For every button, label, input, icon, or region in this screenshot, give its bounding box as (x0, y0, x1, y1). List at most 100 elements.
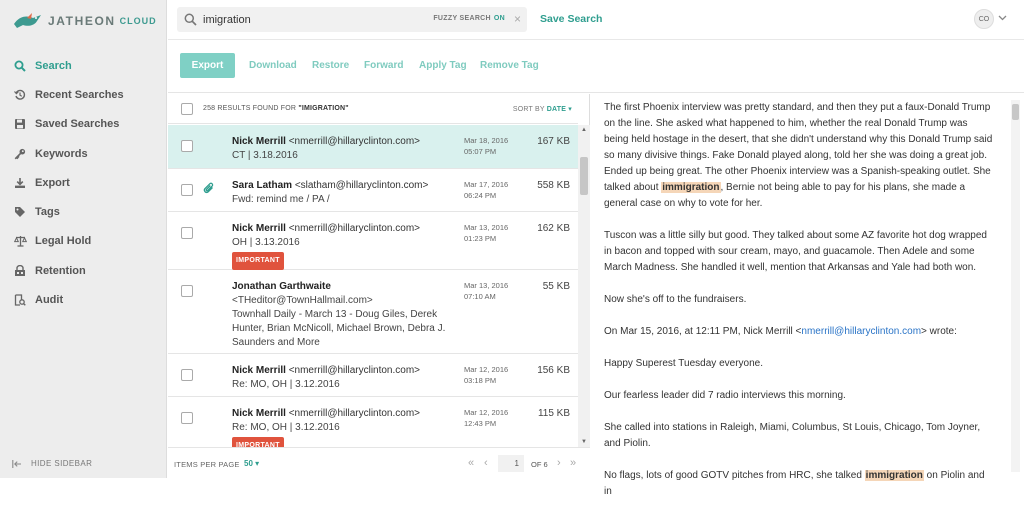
table-row[interactable]: Nick Merrill <nmerrill@hillaryclinton.co… (168, 397, 578, 447)
tag-icon (13, 205, 27, 219)
next-page-icon[interactable]: › (557, 457, 561, 469)
row-sender: Jonathan Garthwaite <THeditor@TownHallma… (232, 280, 457, 350)
chevron-down-icon[interactable] (998, 15, 1007, 21)
message-preview: The first Phoenix interview was pretty s… (591, 94, 1024, 497)
row-date-time: 07:10 AM (464, 292, 496, 301)
row-sender: Nick Merrill <nmerrill@hillaryclinton.co… (232, 222, 457, 270)
apply-tag-button[interactable]: Apply Tag (419, 60, 467, 71)
results-panel: 258 RESULTS FOUND FOR "IMIGRATION" SORT … (168, 94, 590, 478)
avatar[interactable]: CO (974, 9, 994, 29)
row-size: 55 KB (542, 281, 570, 292)
search-box[interactable]: FUZZY SEARCHON × (177, 7, 527, 32)
hide-sidebar-button[interactable]: HIDE SIDEBAR (12, 459, 92, 468)
sidebar-item-recent-searches[interactable]: Recent Searches (0, 80, 167, 109)
message-paragraph: On Mar 15, 2016, at 12:11 PM, Nick Merri… (604, 324, 994, 340)
search-highlight: immigration (864, 470, 924, 481)
items-per-page-select[interactable]: 50 ▾ (244, 459, 259, 468)
sender-name: Nick Merrill (232, 223, 286, 234)
sidebar-item-label: Keywords (35, 147, 88, 160)
row-date-day: Mar 12, 2016 (464, 408, 509, 417)
sidebar-item-saved-searches[interactable]: Saved Searches (0, 110, 167, 139)
row-date-day: Mar 13, 2016 (464, 281, 509, 290)
row-sender: Nick Merrill <nmerrill@hillaryclinton.co… (232, 407, 457, 447)
fuzzy-search-state: ON (493, 15, 505, 22)
table-row[interactable]: Sara Latham <slatham@hillaryclinton.com>… (168, 169, 578, 212)
message-paragraph: Happy Superest Tuesday everyone. (604, 358, 763, 369)
row-date: Mar 17, 2016 06:24 PM (464, 179, 508, 201)
row-checkbox[interactable] (181, 412, 193, 424)
pagination-bar: ITEMS PER PAGE 50 ▾ « ‹ OF 6 › » (168, 447, 590, 478)
sidebar-item-retention[interactable]: Retention (0, 256, 167, 285)
row-checkbox[interactable] (181, 184, 193, 196)
table-row[interactable]: Nick Merrill <nmerrill@hillaryclinton.co… (168, 125, 578, 169)
row-date: Mar 13, 2016 07:10 AM (464, 280, 508, 302)
search-input[interactable] (203, 13, 423, 26)
search-icon (184, 13, 197, 26)
message-text: > wrote: (921, 326, 957, 337)
items-per-page-value: 50 (244, 459, 253, 468)
table-row[interactable]: Nick Merrill <nmerrill@hillaryclinton.co… (168, 354, 578, 397)
row-size: 115 KB (537, 408, 570, 419)
table-row[interactable]: Jonathan Garthwaite <THeditor@TownHallma… (168, 270, 578, 354)
sidebar-item-search[interactable]: Search (0, 51, 167, 80)
sort-dropdown[interactable]: SORT BY DATE ▾ (513, 105, 572, 113)
logo[interactable]: JATHEON CLOUD (13, 10, 157, 32)
row-date-day: Mar 13, 2016 (464, 223, 509, 232)
scroll-up-icon[interactable]: ▲ (581, 127, 587, 133)
table-row[interactable]: Nick Merrill <nmerrill@hillaryclinton.co… (168, 212, 578, 270)
row-sender: Nick Merrill <nmerrill@hillaryclinton.co… (232, 364, 457, 392)
email-link[interactable]: nmerrill@hillaryclinton.com (801, 326, 921, 337)
save-search-button[interactable]: Save Search (540, 13, 602, 25)
row-date-time: 01:23 PM (464, 234, 497, 243)
message-paragraph: Tuscon was a little silly but good. They… (604, 230, 987, 273)
results-header: 258 RESULTS FOUND FOR "IMIGRATION" SORT … (168, 94, 578, 124)
sidebar-item-label: Recent Searches (35, 88, 124, 101)
row-checkbox[interactable] (181, 285, 193, 297)
chevron-down-icon: ▾ (568, 106, 572, 113)
row-date-time: 03:18 PM (464, 376, 497, 385)
fuzzy-search-label: FUZZY SEARCH (433, 15, 491, 22)
message-paragraph: She called into stations in Raleigh, Mia… (604, 422, 981, 449)
row-subject: Fwd: remind me / PA / (232, 194, 330, 205)
row-date-time: 06:24 PM (464, 191, 497, 200)
first-page-icon[interactable]: « (468, 457, 474, 469)
last-page-icon[interactable]: » (570, 457, 576, 469)
message-scrollbar[interactable] (1011, 100, 1020, 472)
row-sender: Sara Latham <slatham@hillaryclinton.com>… (232, 179, 457, 207)
sidebar-item-audit[interactable]: Audit (0, 285, 167, 314)
export-button[interactable]: Export (180, 53, 235, 78)
row-date: Mar 13, 2016 01:23 PM (464, 222, 508, 244)
results-scrollbar[interactable]: ▲ ▼ (578, 125, 590, 447)
row-checkbox[interactable] (181, 227, 193, 239)
collapse-left-icon (12, 459, 22, 468)
select-all-checkbox[interactable] (181, 103, 193, 115)
sender-name: Nick Merrill (232, 408, 286, 419)
fuzzy-search-toggle[interactable]: FUZZY SEARCH ON (433, 15, 505, 22)
sidebar-item-tags[interactable]: Tags (0, 197, 167, 226)
scroll-down-icon[interactable]: ▼ (581, 439, 587, 445)
prev-page-icon[interactable]: ‹ (484, 457, 488, 469)
sidebar-item-keywords[interactable]: Keywords (0, 139, 167, 168)
sidebar-item-label: Export (35, 176, 70, 189)
clear-search-icon[interactable]: × (514, 12, 521, 26)
important-badge: IMPORTANT (232, 252, 284, 270)
page-number-input[interactable] (498, 455, 524, 472)
floppy-disk-icon (13, 117, 27, 131)
sender-email: <nmerrill@hillaryclinton.com> (288, 408, 421, 419)
row-size: 162 KB (537, 223, 570, 234)
row-checkbox[interactable] (181, 140, 193, 152)
sidebar-item-export[interactable]: Export (0, 168, 167, 197)
sender-email: <slatham@hillaryclinton.com> (294, 180, 429, 191)
remove-tag-button[interactable]: Remove Tag (480, 60, 539, 71)
download-button[interactable]: Download (249, 60, 297, 71)
row-checkbox[interactable] (181, 369, 193, 381)
restore-button[interactable]: Restore (312, 60, 349, 71)
scrollbar-thumb[interactable] (1012, 104, 1019, 120)
search-highlight: immigration (661, 182, 721, 193)
top-bar: FUZZY SEARCHON × Save Search CO (168, 0, 1024, 40)
forward-button[interactable]: Forward (364, 60, 403, 71)
sidebar-item-legal-hold[interactable]: Legal Hold (0, 227, 167, 256)
row-size: 558 KB (537, 180, 570, 191)
scrollbar-thumb[interactable] (580, 157, 588, 195)
sort-value: DATE (546, 106, 567, 113)
